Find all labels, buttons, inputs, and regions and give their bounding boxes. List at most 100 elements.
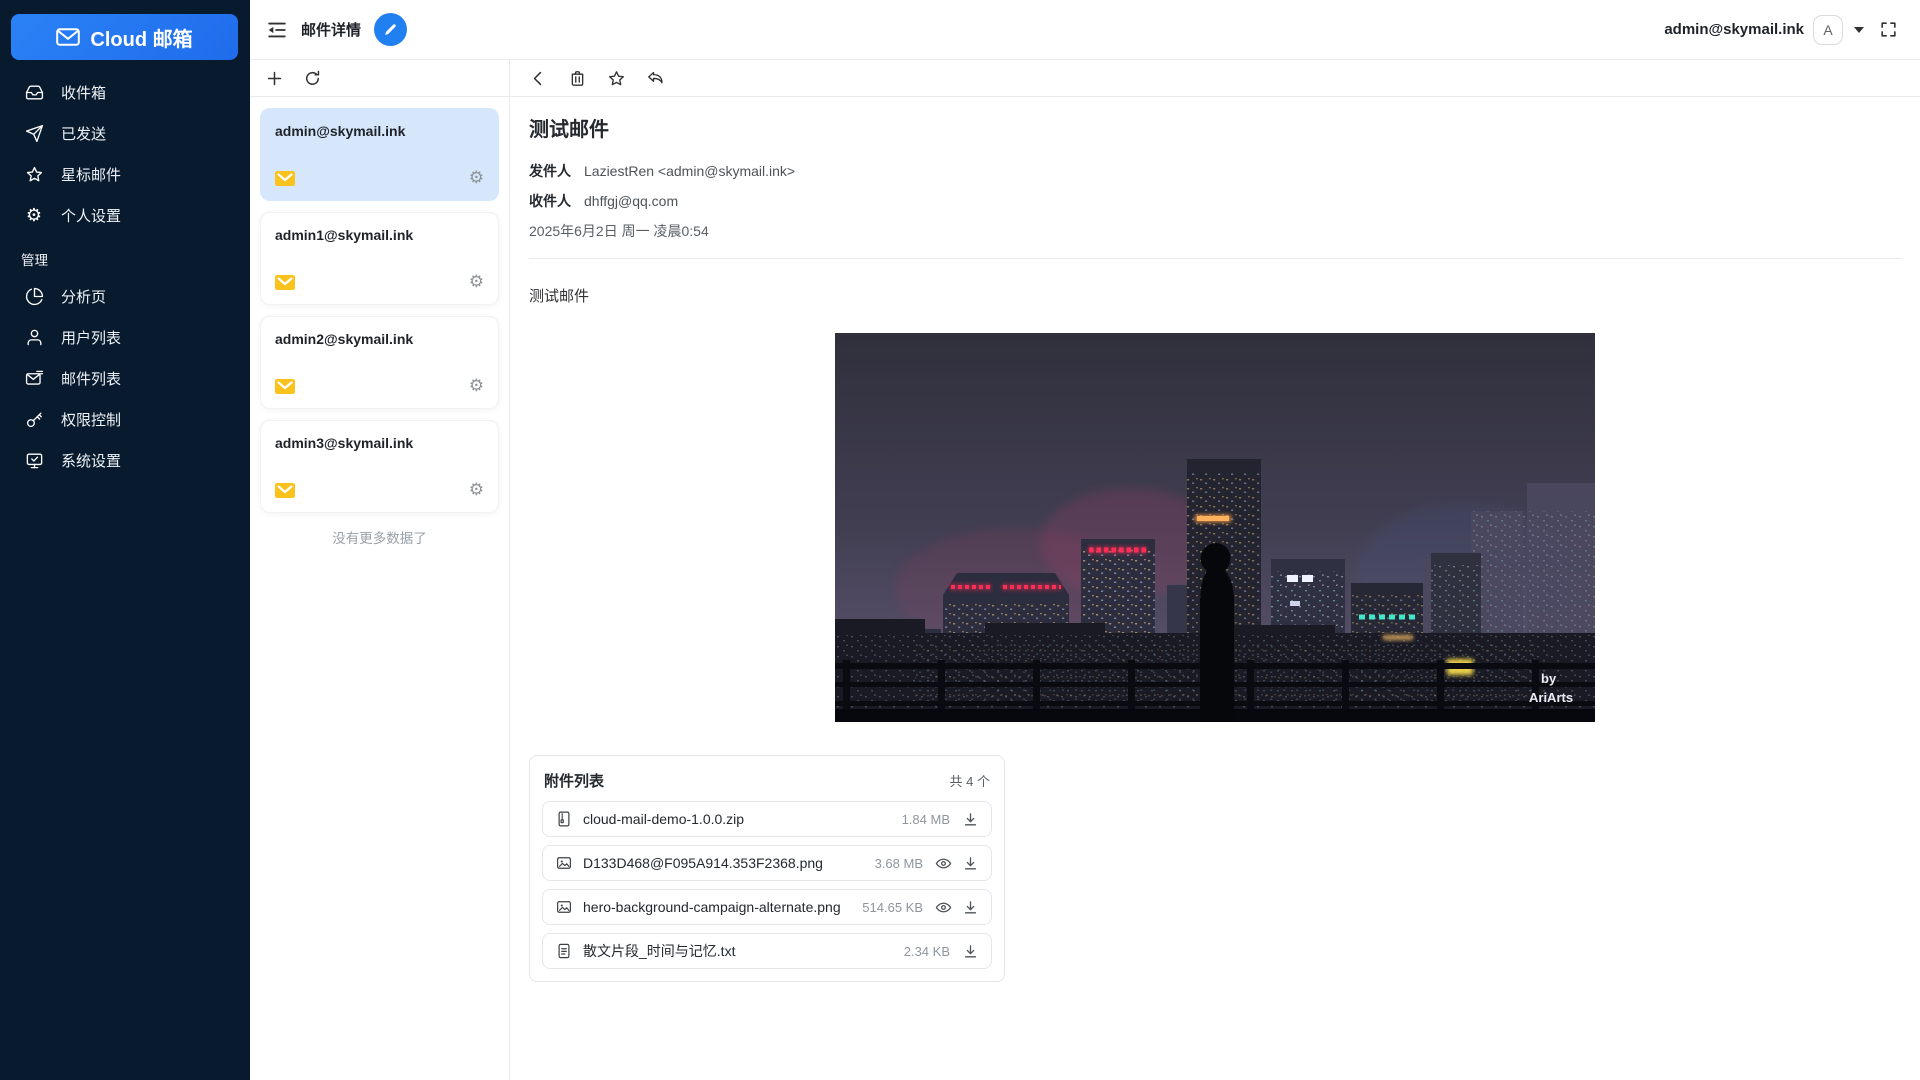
back-icon[interactable] [529,69,548,88]
download-icon[interactable] [962,943,979,960]
compose-button[interactable] [374,13,407,46]
attachment-row: 散文片段_时间与记忆.txt 2.34 KB [542,933,992,969]
account-card[interactable]: admin1@skymail.ink ⚙ [260,212,499,305]
pie-chart-icon [24,287,44,307]
attachment-size: 514.65 KB [862,900,923,915]
attachment-name: 散文片段_时间与记忆.txt [583,941,894,961]
attachment-size: 1.84 MB [902,812,950,827]
sidebar-item-sent[interactable]: 已发送 [0,113,250,154]
account-settings-gear-icon[interactable]: ⚙ [469,274,484,291]
sidebar-item-mail-list[interactable]: 邮件列表 [0,358,250,399]
account-list-toolbar [250,60,509,97]
sidebar-fold-icon[interactable] [266,19,288,41]
reply-icon[interactable] [646,69,665,88]
sidebar-item-inbox[interactable]: 收件箱 [0,72,250,113]
image-watermark-artist: AriArts [1529,690,1573,705]
image-file-icon [555,854,573,872]
avatar[interactable]: A [1813,15,1843,45]
sidebar-item-system-settings[interactable]: 系统设置 [0,440,250,481]
key-icon [24,410,44,430]
sidebar-item-starred[interactable]: 星标邮件 [0,154,250,195]
from-value: LaziestRen <admin@skymail.ink> [584,163,795,179]
sidebar-item-label: 分析页 [61,286,106,307]
image-watermark-by: by [1541,671,1557,686]
sidebar-item-label: 收件箱 [61,82,106,103]
mail-list-icon [24,369,44,389]
user-icon [24,328,44,348]
sidebar-item-permissions[interactable]: 权限控制 [0,399,250,440]
sidebar-item-label: 邮件列表 [61,368,121,389]
attachments-title: 附件列表 [544,770,604,791]
text-file-icon [555,942,573,960]
no-more-data-text: 没有更多数据了 [260,527,499,547]
sidebar-item-personal-settings[interactable]: ⚙ 个人设置 [0,195,250,236]
download-icon[interactable] [962,899,979,916]
sidebar-item-label: 星标邮件 [61,164,121,185]
sidebar-section-admin: 管理 [0,236,250,276]
attachment-size: 3.68 MB [875,856,923,871]
account-card-email: admin@skymail.ink [275,123,484,139]
sidebar-item-label: 系统设置 [61,450,121,471]
to-value: dhffgj@qq.com [584,193,678,209]
monitor-icon [24,451,44,471]
refresh-icon[interactable] [303,69,322,88]
add-account-icon[interactable] [265,69,284,88]
brand-logo-button[interactable]: Cloud 邮箱 [11,14,238,60]
folder-envelope-icon [275,483,295,498]
folder-envelope-icon [275,275,295,290]
pencil-icon [383,22,398,37]
download-icon[interactable] [962,811,979,828]
email-date: 2025年6月2日 周一 凌晨0:54 [529,221,1901,241]
account-card-email: admin2@skymail.ink [275,331,484,347]
gear-icon: ⚙ [24,206,44,226]
attachment-name: D133D468@F095A914.353F2368.png [583,855,865,871]
workspace: admin@skymail.ink ⚙ admin1@skymail.ink [250,60,1920,1080]
star-icon[interactable] [607,69,626,88]
account-list-panel: admin@skymail.ink ⚙ admin1@skymail.ink [250,60,510,1080]
star-icon [24,165,44,185]
email-view: 测试邮件 发件人 LaziestRen <admin@skymail.ink> … [510,97,1920,1022]
sidebar-item-label: 已发送 [61,123,106,144]
account-card[interactable]: admin2@skymail.ink ⚙ [260,316,499,409]
folder-envelope-icon [275,379,295,394]
attachments-panel: 附件列表 共 4 个 cloud-mail-demo-1.0.0.zip [529,755,1005,982]
send-icon [24,124,44,144]
account-settings-gear-icon[interactable]: ⚙ [469,378,484,395]
account-card-email: admin1@skymail.ink [275,227,484,243]
account-card[interactable]: admin3@skymail.ink ⚙ [260,420,499,513]
attachment-name: cloud-mail-demo-1.0.0.zip [583,811,892,827]
inbox-icon [24,83,44,103]
folder-envelope-icon [275,171,295,186]
attachment-row: D133D468@F095A914.353F2368.png 3.68 MB [542,845,992,881]
divider [529,258,1901,259]
preview-eye-icon[interactable] [935,855,952,872]
sidebar-item-analytics[interactable]: 分析页 [0,276,250,317]
topbar-account-email: admin@skymail.ink [1664,21,1804,38]
email-body-text: 测试邮件 [529,285,1901,306]
mail-logo-icon [56,28,80,46]
account-card-email: admin3@skymail.ink [275,435,484,451]
from-label: 发件人 [529,161,571,181]
account-card[interactable]: admin@skymail.ink ⚙ [260,108,499,201]
main-area: 邮件详情 admin@skymail.ink A [250,0,1920,1080]
email-toolbar [510,60,1920,97]
email-embedded-image: by AriArts [835,333,1595,722]
attachment-row: hero-background-campaign-alternate.png 5… [542,889,992,925]
topbar: 邮件详情 admin@skymail.ink A [250,0,1920,60]
to-label: 收件人 [529,191,571,211]
delete-icon[interactable] [568,69,587,88]
account-settings-gear-icon[interactable]: ⚙ [469,170,484,187]
page-title: 邮件详情 [301,19,361,40]
sidebar-item-label: 个人设置 [61,205,121,226]
email-subject: 测试邮件 [529,113,1901,142]
sidebar-item-label: 用户列表 [61,327,121,348]
chevron-down-icon[interactable] [1854,27,1864,33]
brand-name: Cloud 邮箱 [90,23,192,52]
account-settings-gear-icon[interactable]: ⚙ [469,482,484,499]
preview-eye-icon[interactable] [935,899,952,916]
account-cards: admin@skymail.ink ⚙ admin1@skymail.ink [250,97,509,547]
zip-file-icon [555,810,573,828]
download-icon[interactable] [962,855,979,872]
fullscreen-icon[interactable] [1879,20,1898,39]
sidebar-item-users[interactable]: 用户列表 [0,317,250,358]
